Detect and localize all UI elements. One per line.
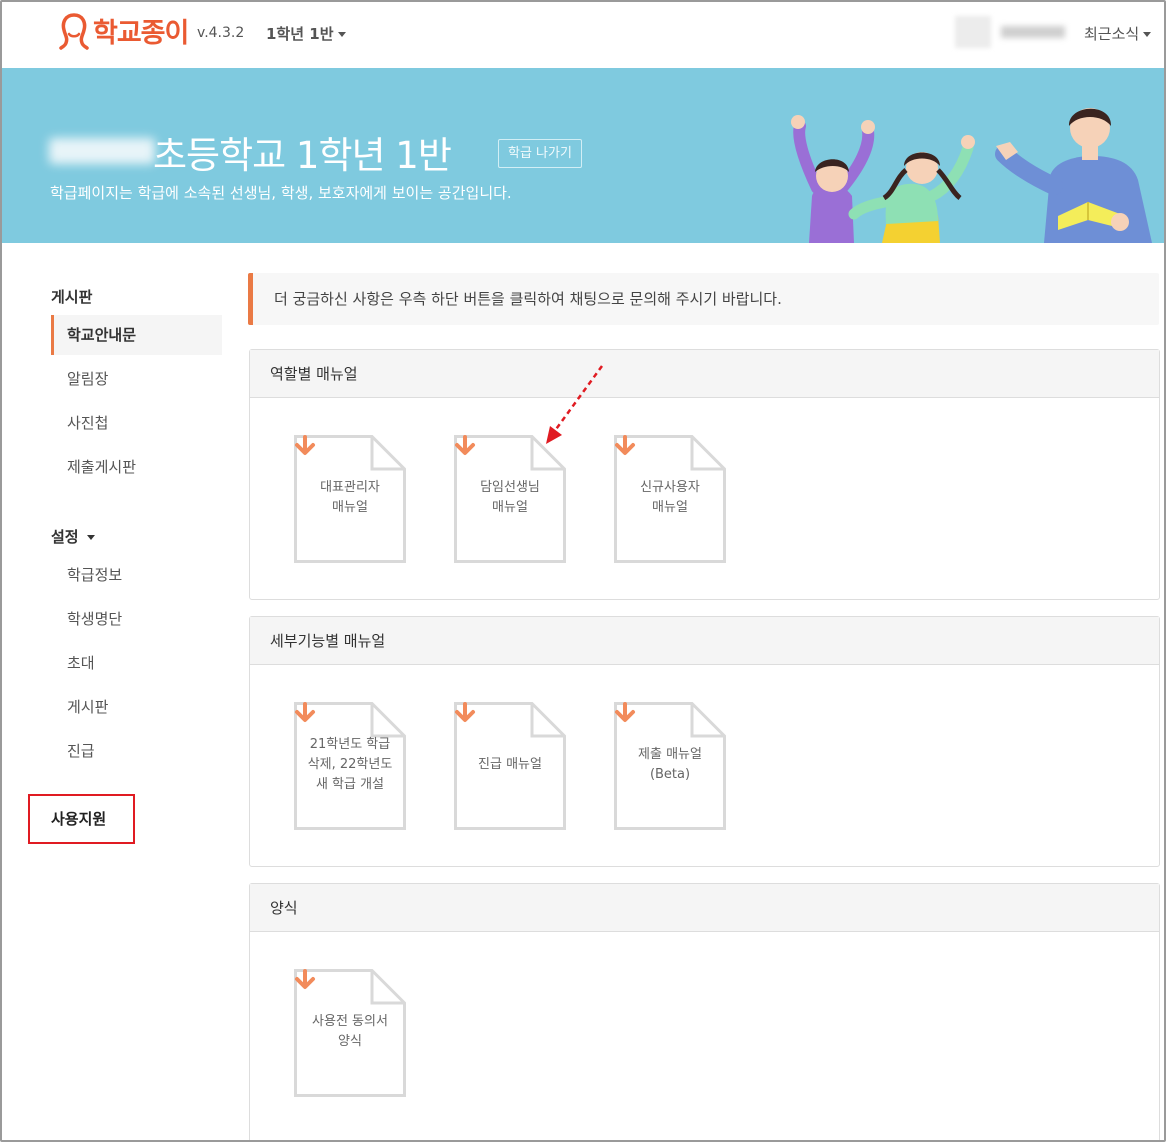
- sidebar-item-label: 초대: [67, 654, 95, 672]
- version-label: v.4.3.2: [197, 25, 245, 41]
- doc-label-line: 제출 매뉴얼: [638, 747, 702, 762]
- user-profile-blurred[interactable]: [955, 16, 1065, 48]
- download-arrow-icon: [295, 969, 315, 989]
- sidebar-item-label: 제출게시판: [67, 458, 137, 476]
- doc-label-line: 진급 매뉴얼: [478, 757, 542, 772]
- app-frame: 학교종이 v.4.3.2 1학년 1반 최근소식 초등학교 1학년 1반 학급 …: [0, 0, 1166, 1142]
- caret-down-icon: [86, 535, 95, 540]
- page-title: 초등학교 1학년 1반: [153, 134, 452, 177]
- doc-label-line: 사용전 동의서: [312, 1014, 388, 1029]
- doc-label-line: 양식: [338, 1034, 362, 1049]
- news-label: 최근소식: [1084, 25, 1140, 43]
- section-title: 양식: [250, 884, 1159, 932]
- document-card[interactable]: 대표관리자 매뉴얼: [294, 435, 406, 563]
- document-card[interactable]: 21학년도 학급 삭제, 22학년도 새 학급 개설: [294, 702, 406, 830]
- school-name-blurred: [49, 138, 155, 164]
- class-select-label: 1학년 1반: [266, 25, 334, 43]
- user-name-blurred: [1001, 26, 1065, 38]
- class-banner: 초등학교 1학년 1반 학급 나가기 학급페이지는 학급에 소속된 선생님, 학…: [2, 68, 1164, 243]
- download-arrow-icon: [615, 702, 635, 722]
- sidebar-heading-settings[interactable]: 설정: [51, 526, 95, 547]
- caret-down-icon: [1143, 32, 1152, 37]
- sidebar-item-label: 학생명단: [67, 610, 123, 628]
- doc-label-line: 새 학급 개설: [315, 777, 385, 792]
- section-title: 세부기능별 매뉴얼: [250, 617, 1159, 665]
- doc-label-line: 21학년도 학급: [309, 737, 391, 752]
- top-navbar: 학교종이 v.4.3.2 1학년 1반 최근소식: [2, 2, 1164, 66]
- download-arrow-icon: [295, 435, 315, 455]
- sidebar-item-label: 진급: [67, 742, 95, 760]
- doc-label-line: 매뉴얼: [332, 500, 368, 515]
- banner-illustration: [791, 108, 1152, 243]
- sidebar-item-submission[interactable]: 제출게시판: [51, 447, 222, 487]
- logo-text: 학교종이: [93, 18, 189, 49]
- leave-class-button[interactable]: 학급 나가기: [498, 139, 582, 168]
- document-card[interactable]: 진급 매뉴얼: [454, 702, 566, 830]
- doc-label-line: 담임선생님: [480, 480, 540, 495]
- logo-person-icon: [59, 12, 89, 50]
- sidebar-item-label: 게시판: [67, 698, 109, 716]
- download-arrow-icon: [615, 435, 635, 455]
- download-arrow-icon: [455, 702, 475, 722]
- sidebar-item-label: 학교안내문: [67, 326, 137, 344]
- annotation-arrow: [546, 365, 604, 444]
- document-card[interactable]: 사용전 동의서 양식: [294, 969, 406, 1097]
- sidebar-item-album[interactable]: 사진첩: [51, 403, 222, 443]
- sidebar-item-student-list[interactable]: 학생명단: [51, 599, 222, 639]
- notice-callout: 더 궁금하신 사항은 우측 하단 버튼을 클릭하여 채팅으로 문의해 주시기 바…: [248, 273, 1159, 325]
- sidebar-item-label: 학급정보: [67, 566, 123, 584]
- news-dropdown[interactable]: 최근소식: [1084, 23, 1152, 44]
- section-title: 역할별 매뉴얼: [250, 350, 1159, 398]
- logo[interactable]: 학교종이: [57, 11, 189, 50]
- doc-label-line: 대표관리자: [320, 480, 380, 495]
- sidebar-item-notice[interactable]: 알림장: [51, 359, 222, 399]
- sidebar-item-label: 사진첩: [67, 414, 109, 432]
- doc-label-line: 삭제, 22학년도: [307, 757, 393, 772]
- caret-down-icon: [337, 32, 346, 37]
- manual-section-features: 세부기능별 매뉴얼 21학년도 학급 삭제, 22학년도 새 학급 개설 진급 …: [249, 616, 1160, 867]
- settings-heading-label: 설정: [51, 528, 79, 546]
- sidebar-item-label: 알림장: [67, 370, 109, 388]
- doc-label-line: 신규사용자: [640, 480, 700, 495]
- avatar: [955, 16, 991, 48]
- document-card[interactable]: 제출 매뉴얼 (Beta): [614, 702, 726, 830]
- manual-section-roles: 역할별 매뉴얼 대표관리자 매뉴얼 담임선생님 매뉴얼 신규사용자 매뉴얼: [249, 349, 1160, 600]
- sidebar-item-board-settings[interactable]: 게시판: [51, 687, 222, 727]
- sidebar-item-invite[interactable]: 초대: [51, 643, 222, 683]
- document-card[interactable]: 신규사용자 매뉴얼: [614, 435, 726, 563]
- doc-label-line: 매뉴얼: [492, 500, 528, 515]
- doc-label-line: 매뉴얼: [652, 500, 688, 515]
- sidebar-item-support[interactable]: 사용지원: [51, 808, 106, 829]
- download-arrow-icon: [295, 702, 315, 722]
- sidebar-item-promotion[interactable]: 진급: [51, 731, 222, 771]
- class-select-dropdown[interactable]: 1학년 1반: [266, 23, 346, 44]
- forms-section: 양식 사용전 동의서 양식: [249, 883, 1160, 1140]
- sidebar-heading-board: 게시판: [51, 288, 93, 306]
- sidebar-item-class-info[interactable]: 학급정보: [51, 555, 222, 595]
- download-arrow-icon: [455, 435, 475, 455]
- doc-label-line: (Beta): [649, 767, 691, 782]
- banner-subtitle: 학급페이지는 학급에 소속된 선생님, 학생, 보호자에게 보이는 공간입니다.: [50, 184, 512, 202]
- document-card[interactable]: 담임선생님 매뉴얼: [454, 435, 566, 563]
- sidebar-item-school-notice[interactable]: 학교안내문: [51, 315, 222, 355]
